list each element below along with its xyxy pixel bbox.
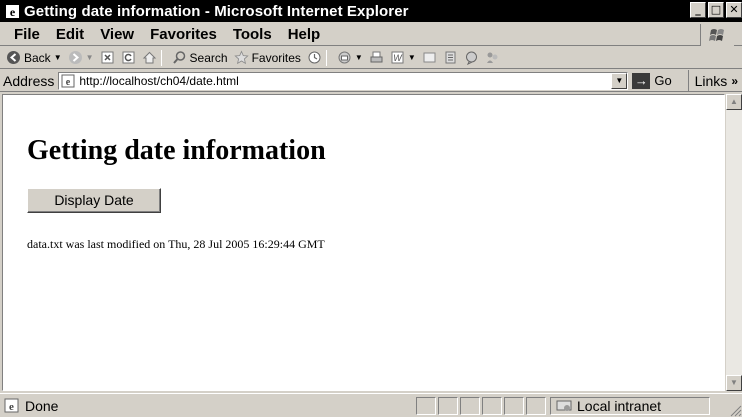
address-input[interactable] [77, 73, 608, 88]
forward-button[interactable]: ▼ [68, 50, 94, 65]
browser-window: e Getting date information - Microsoft I… [0, 0, 742, 417]
search-button[interactable]: Search [172, 50, 228, 65]
menu-file[interactable]: File [0, 26, 48, 43]
address-label: Address [3, 72, 55, 89]
page-icon: e [61, 74, 75, 88]
toolbar-separator [325, 49, 327, 66]
status-panel [504, 396, 524, 415]
status-message: e Done [4, 398, 414, 414]
menu-view[interactable]: View [92, 26, 142, 43]
people-icon [486, 52, 498, 63]
links-toolbar[interactable]: Links » [687, 70, 738, 92]
home-icon [142, 51, 156, 64]
edit-word-button[interactable]: W ▼ [390, 50, 416, 65]
status-panel [438, 396, 458, 415]
edit-dropdown-icon[interactable]: ▼ [408, 53, 416, 62]
vertical-scrollbar[interactable]: ▲ ▼ [725, 94, 742, 391]
page-content: Getting date information Display Date da… [2, 94, 725, 391]
toolbar-separator [160, 49, 162, 66]
favorites-label: Favorites [251, 50, 301, 65]
go-arrow-icon: → [632, 72, 651, 89]
refresh-icon [122, 51, 135, 64]
mail-dropdown-icon[interactable]: ▼ [355, 53, 363, 62]
intranet-icon [556, 400, 572, 411]
search-icon [172, 51, 185, 64]
back-label: Back [24, 50, 51, 65]
standard-toolbar: Back ▼ ▼ Search Favorites ▼ W ▼ [0, 47, 742, 69]
forward-arrow-icon [68, 51, 82, 64]
security-zone[interactable]: Local intranet [550, 396, 710, 415]
back-dropdown-icon[interactable]: ▼ [54, 53, 62, 62]
home-button[interactable] [142, 50, 157, 65]
address-field[interactable]: e ▼ [58, 71, 629, 90]
menu-help[interactable]: Help [280, 26, 329, 43]
scroll-down-icon[interactable]: ▼ [726, 375, 742, 391]
menu-favorites[interactable]: Favorites [142, 26, 225, 43]
scroll-up-icon[interactable]: ▲ [726, 94, 742, 110]
svg-text:e: e [66, 77, 71, 88]
svg-text:e: e [9, 5, 15, 19]
mail-icon [338, 51, 351, 64]
status-bar: e Done Local intranet [0, 393, 742, 417]
forward-dropdown-icon[interactable]: ▼ [86, 53, 94, 62]
minimize-button[interactable]: _ [690, 2, 706, 18]
messenger-icon [465, 51, 477, 65]
chevron-right-icon[interactable]: » [731, 74, 738, 88]
research-icon [445, 51, 456, 64]
status-panel [482, 396, 502, 415]
mail-button[interactable]: ▼ [337, 50, 363, 65]
search-label: Search [189, 50, 228, 65]
favorites-button[interactable]: Favorites [233, 50, 301, 65]
go-label: Go [654, 73, 672, 88]
status-panel [416, 396, 436, 415]
close-button[interactable]: ✕ [726, 2, 742, 18]
status-panel [460, 396, 480, 415]
maximize-button[interactable]: □ [708, 2, 724, 18]
print-icon [370, 51, 383, 63]
menu-tools[interactable]: Tools [225, 26, 280, 43]
display-date-button[interactable]: Display Date [27, 188, 161, 213]
word-icon: W [391, 51, 404, 64]
date-result-text: data.txt was last modified on Thu, 28 Ju… [27, 237, 325, 251]
discuss-button[interactable] [422, 50, 437, 65]
messenger-button[interactable] [464, 50, 479, 65]
favorites-star-icon [233, 50, 249, 65]
menu-edit[interactable]: Edit [48, 26, 92, 43]
links-label: Links [694, 73, 728, 89]
page-title: Getting date information [27, 135, 326, 166]
windows-logo-icon [700, 24, 734, 46]
stop-button[interactable] [100, 50, 115, 65]
back-arrow-icon [7, 51, 20, 64]
title-bar[interactable]: e Getting date information - Microsoft I… [0, 0, 742, 22]
window-title: Getting date information - Microsoft Int… [24, 2, 409, 20]
go-button[interactable]: → Go [632, 72, 672, 89]
status-panel [526, 396, 546, 415]
svg-text:e: e [9, 401, 14, 413]
discuss-icon [423, 52, 436, 63]
back-button[interactable]: Back ▼ [6, 50, 62, 65]
menu-bar: File Edit View Favorites Tools Help [0, 24, 742, 46]
zone-label: Local intranet [577, 397, 662, 414]
research-button[interactable] [443, 50, 458, 65]
address-bar: Address e ▼ → Go Links » [0, 70, 742, 92]
status-text: Done [25, 397, 59, 414]
resize-grip-icon[interactable] [728, 403, 742, 417]
ie-logo-icon: e [4, 3, 20, 19]
address-dropdown-icon[interactable]: ▼ [611, 72, 628, 89]
stop-icon [101, 51, 114, 64]
people-button[interactable] [485, 50, 500, 65]
print-button[interactable] [369, 50, 384, 65]
page-done-icon: e [4, 398, 19, 413]
history-button[interactable] [307, 50, 322, 65]
history-icon [308, 51, 321, 64]
refresh-button[interactable] [121, 50, 136, 65]
